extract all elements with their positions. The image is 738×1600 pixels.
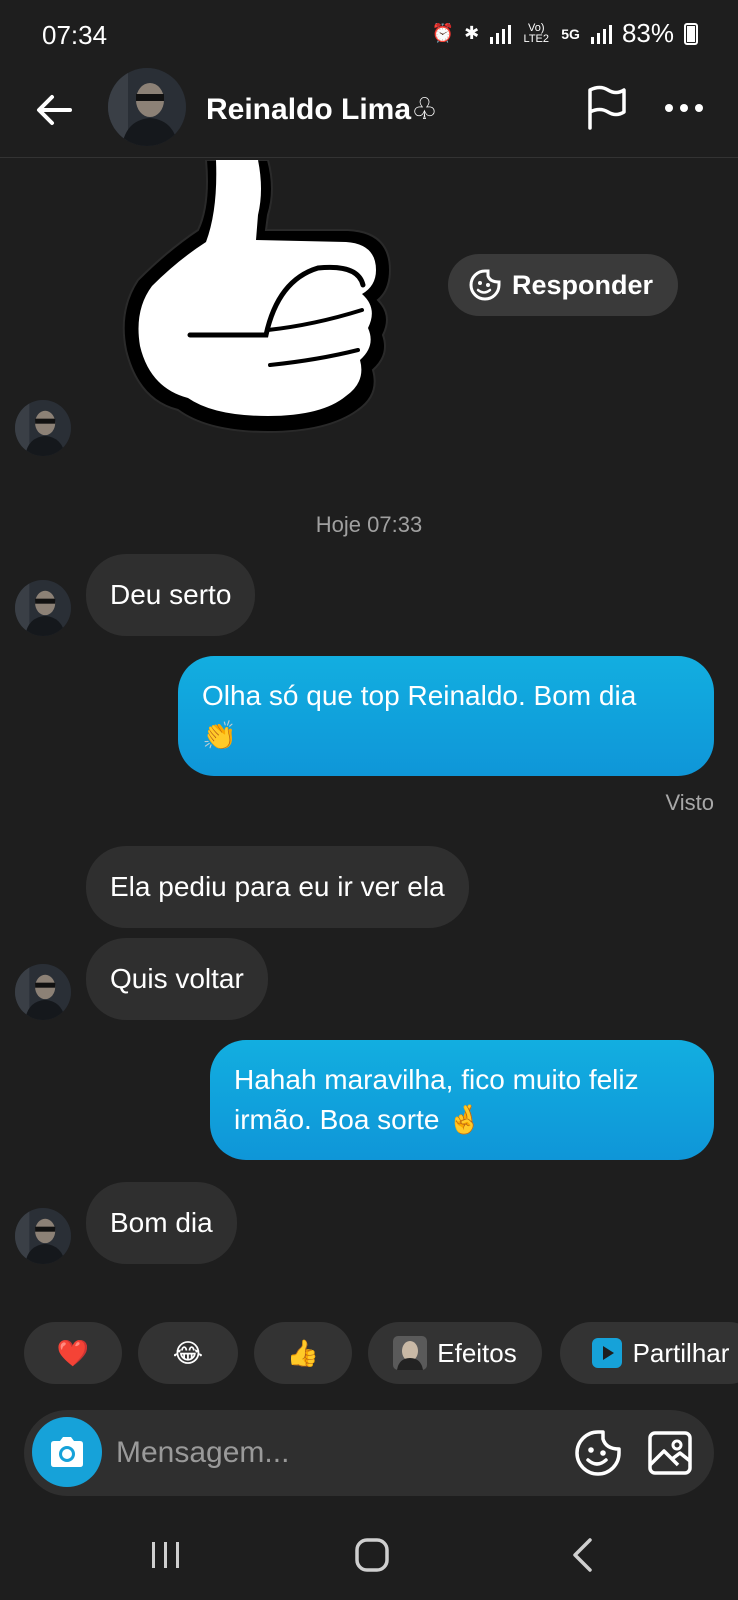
message-composer	[24, 1410, 714, 1496]
more-options-button[interactable]	[658, 82, 710, 134]
laughing-face-icon: 😂	[172, 1337, 204, 1368]
back-nav-button[interactable]	[552, 1530, 612, 1580]
message-text: Hahah maravilha, fico muito feliz	[234, 1064, 639, 1095]
sender-avatar[interactable]	[15, 580, 71, 636]
volte-label: Vo) LTE2	[523, 21, 549, 45]
battery-icon	[684, 22, 698, 45]
message-text: Ela pediu para eu ir ver ela	[110, 871, 445, 902]
home-icon	[355, 1538, 389, 1572]
message-input[interactable]	[116, 1426, 536, 1480]
sticker-face-icon	[469, 269, 501, 301]
avatar-photo	[15, 580, 71, 636]
camera-icon	[51, 1437, 83, 1467]
recent-apps-button[interactable]	[136, 1530, 196, 1580]
reply-to-sticker-button[interactable]: Responder	[448, 254, 678, 316]
outgoing-message[interactable]: Hahah maravilha, fico muito feliz irmão.…	[210, 1040, 714, 1160]
signal-icon	[490, 24, 512, 44]
message-text: Quis voltar	[110, 963, 244, 994]
system-navigation-bar	[0, 1510, 738, 1600]
arrow-left-icon	[37, 95, 72, 125]
effects-button[interactable]: Efeitos	[368, 1322, 542, 1384]
image-icon	[648, 1431, 692, 1475]
camera-button[interactable]	[32, 1417, 102, 1487]
more-horizontal-icon	[665, 104, 703, 112]
avatar-photo	[15, 400, 71, 456]
bluetooth-icon: ✱	[464, 23, 480, 43]
status-bar: 07:34 ⏰ ✱ Vo) LTE2 5G 83%	[0, 0, 738, 70]
sticker-button[interactable]	[572, 1427, 624, 1479]
avatar-photo	[15, 1208, 71, 1264]
thumbs-up-reaction-button[interactable]: 👍	[254, 1322, 352, 1384]
battery-percent: 83%	[621, 18, 674, 48]
sticker-face-icon	[575, 1430, 621, 1476]
report-button[interactable]	[580, 82, 632, 134]
outgoing-message[interactable]: Olha só que top Reinaldo. Bom dia 👏	[178, 656, 714, 776]
incoming-message[interactable]: Deu serto	[86, 554, 256, 636]
message-text: Bom dia	[110, 1207, 213, 1238]
effects-label: Efeitos	[437, 1337, 517, 1368]
network-label: 5G	[561, 25, 580, 42]
share-button[interactable]: Partilhar	[560, 1322, 738, 1384]
home-button[interactable]	[342, 1530, 402, 1580]
sender-avatar[interactable]	[15, 964, 71, 1020]
sender-avatar[interactable]	[15, 400, 71, 456]
incoming-message[interactable]: Quis voltar	[86, 938, 268, 1020]
alarm-icon: ⏰	[431, 23, 455, 43]
chat-header: Reinaldo Lima♧	[0, 64, 738, 158]
effects-thumbnail-icon	[393, 1336, 428, 1370]
share-label: Partilhar	[632, 1337, 730, 1368]
heart-icon: ❤️	[56, 1337, 90, 1368]
incoming-message[interactable]: Bom dia	[86, 1182, 237, 1264]
flag-icon	[588, 85, 626, 130]
avatar-photo	[15, 964, 71, 1020]
laugh-reaction-button[interactable]: 😂	[138, 1322, 238, 1384]
incoming-message[interactable]: Ela pediu para eu ir ver ela	[86, 846, 469, 928]
chevron-left-icon	[573, 1538, 592, 1572]
recent-apps-icon	[152, 1542, 179, 1568]
heart-reaction-button[interactable]: ❤️	[24, 1322, 122, 1384]
gallery-button[interactable]	[644, 1427, 696, 1479]
thumbs-up-icon	[122, 159, 392, 434]
sender-avatar[interactable]	[15, 1208, 71, 1264]
thumbs-up-sticker[interactable]	[118, 159, 408, 440]
message-emoji: 👏	[202, 720, 237, 751]
back-button[interactable]	[28, 84, 80, 136]
share-play-icon	[591, 1338, 622, 1368]
status-time: 07:34	[42, 20, 108, 50]
status-icons: ⏰ ✱ Vo) LTE2 5G 83%	[432, 18, 698, 49]
thumbs-up-icon: 👍	[286, 1337, 320, 1368]
seen-status: Visto	[665, 790, 714, 815]
message-text: Olha só que top Reinaldo. Bom dia	[202, 680, 637, 711]
message-text: Deu serto	[110, 579, 232, 610]
reply-label: Responder	[512, 269, 654, 300]
chat-timestamp: Hoje 07:33	[315, 512, 423, 537]
contact-name[interactable]: Reinaldo Lima♧	[206, 92, 438, 127]
quick-reactions-bar: ❤️ 😂 👍 Efeitos Partilhar	[0, 1322, 738, 1386]
message-text: irmão. Boa sorte 🤞	[234, 1104, 483, 1135]
avatar-photo	[108, 68, 186, 146]
contact-avatar[interactable]	[108, 68, 186, 146]
signal-2-icon	[590, 24, 612, 44]
